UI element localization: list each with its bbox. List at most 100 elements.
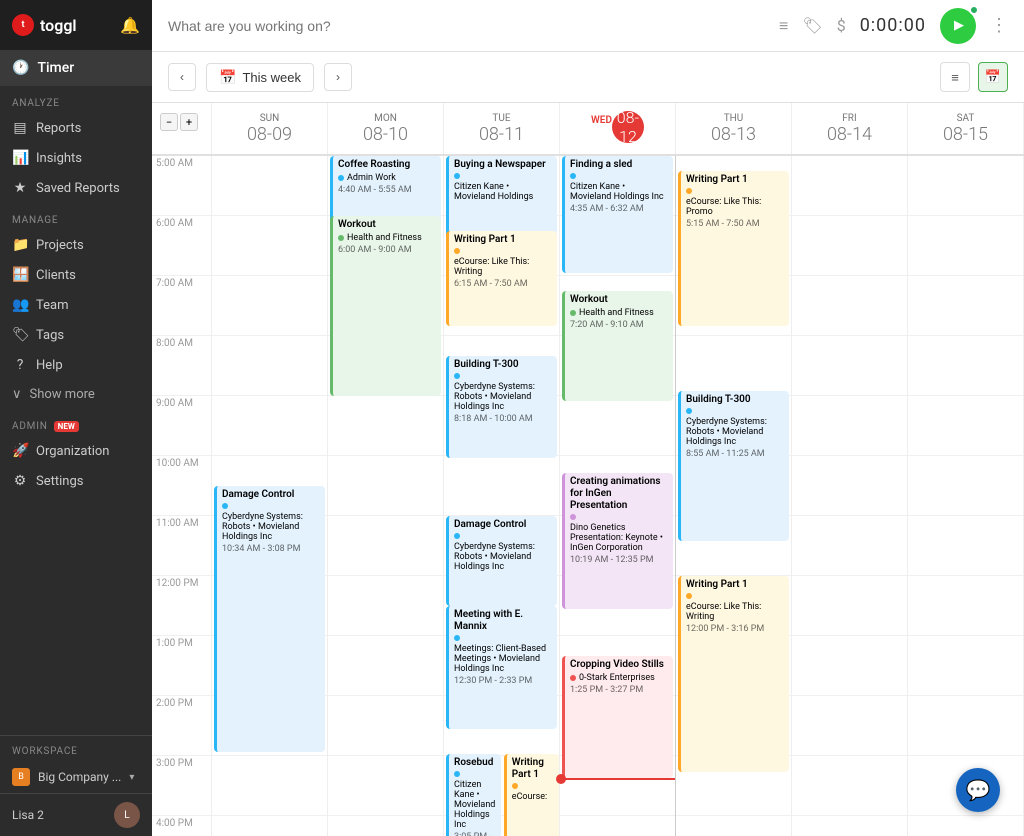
event-damage-control-sun[interactable]: Damage Control Cyberdyne Systems: Robots…: [214, 486, 325, 752]
organization-label: Organization: [36, 444, 109, 459]
time-entry-input[interactable]: [168, 18, 767, 34]
day-header-thu: THU08-13: [676, 103, 792, 154]
time-slot: 11:00 AM: [152, 516, 211, 576]
event-writing-thu-2[interactable]: Writing Part 1 eCourse: Like This: Writi…: [678, 576, 789, 772]
time-slot: 4:00 PM: [152, 816, 211, 836]
event-creating-animations[interactable]: Creating animations for InGen Presentati…: [562, 473, 673, 609]
logo-text: toggl: [40, 16, 77, 35]
timer-nav-item[interactable]: 🕐 Timer: [0, 50, 152, 86]
sidebar-item-projects[interactable]: 📁 Projects: [0, 230, 152, 260]
calendar-icon: 📅: [219, 69, 236, 86]
zoom-in-button[interactable]: +: [180, 113, 198, 131]
time-slot: 6:00 AM: [152, 216, 211, 276]
tag-icon[interactable]: 🏷: [802, 16, 822, 35]
list-view-button[interactable]: ≡: [940, 62, 970, 92]
sidebar-item-organization[interactable]: 🚀 Organization: [0, 436, 152, 466]
day-col-sun: Damage Control Cyberdyne Systems: Robots…: [212, 156, 328, 836]
next-week-button[interactable]: ›: [324, 63, 352, 91]
event-meeting-mannix[interactable]: Meeting with E. Mannix Meetings: Client-…: [446, 606, 557, 729]
time-slot: 3:00 PM: [152, 756, 211, 816]
day-header-sun: SUN08-09: [212, 103, 328, 154]
chat-bubble-button[interactable]: 💬: [956, 768, 1000, 812]
day-header-sat: SAT08-15: [908, 103, 1024, 154]
calendar-area: − + SUN08-09 MON08-10 TUE08-11 WED08-12 …: [152, 103, 1024, 836]
toggl-logo-icon: t: [12, 14, 34, 36]
event-workout-wed[interactable]: Workout Health and Fitness 7:20 AM - 9:1…: [562, 291, 673, 401]
workspace-avatar: B: [12, 768, 30, 786]
prev-week-button[interactable]: ‹: [168, 63, 196, 91]
new-badge: NEW: [54, 421, 79, 432]
workspace-item[interactable]: B Big Company ... ▾: [0, 761, 152, 793]
sidebar-item-settings[interactable]: ⚙ Settings: [0, 466, 152, 496]
dollar-icon[interactable]: $: [837, 16, 846, 35]
event-damage-control-tue[interactable]: Damage Control Cyberdyne Systems: Robots…: [446, 516, 557, 606]
sidebar-item-insights[interactable]: 📊 Insights: [0, 143, 152, 173]
event-cropping-video[interactable]: Cropping Video Stills 0-Stark Enterprise…: [562, 656, 673, 778]
event-building-t300-tue[interactable]: Building T-300 Cyberdyne Systems: Robots…: [446, 356, 557, 458]
event-writing-tue[interactable]: Writing Part 1 eCourse: Like This: Writi…: [446, 231, 557, 326]
event-workout-mon[interactable]: Workout Health and Fitness 6:00 AM - 9:0…: [330, 216, 441, 396]
calendar-view-button[interactable]: 📅: [978, 62, 1008, 92]
day-header-tue: TUE08-11: [444, 103, 560, 154]
reports-label: Reports: [36, 121, 81, 136]
sidebar-item-clients[interactable]: 🪟 Clients: [0, 260, 152, 290]
day-col-mon: Coffee Roasting Admin Work 4:40 AM - 5:5…: [328, 156, 444, 836]
insights-label: Insights: [36, 151, 82, 166]
help-label: Help: [36, 358, 63, 373]
team-label: Team: [36, 298, 69, 313]
help-icon: ?: [12, 357, 28, 373]
chevron-down-icon: ∨: [12, 387, 22, 402]
toolbar-view-buttons: ≡ 📅: [940, 62, 1008, 92]
projects-label: Projects: [36, 238, 84, 253]
sidebar-item-tags[interactable]: 🏷 Tags: [0, 320, 152, 350]
sidebar-item-help[interactable]: ? Help: [0, 350, 152, 380]
day-header-wed: WED08-12: [560, 103, 676, 154]
settings-icon: ⚙: [12, 473, 28, 489]
settings-label: Settings: [36, 474, 83, 489]
bell-icon[interactable]: 🔔: [120, 16, 140, 35]
workspace-label: WORKSPACE: [0, 736, 152, 761]
calendar-body: 5:00 AM 6:00 AM 7:00 AM 8:00 AM 9:00 AM …: [152, 156, 1024, 836]
user-name: Lisa 2: [12, 808, 106, 822]
sidebar-logo[interactable]: t toggl: [12, 14, 77, 36]
sidebar-item-saved-reports[interactable]: ★ Saved Reports: [0, 173, 152, 203]
show-more-button[interactable]: ∨ Show more: [0, 380, 152, 409]
tags-label: Tags: [36, 328, 64, 343]
event-writing-thu[interactable]: Writing Part 1 eCourse: Like This: Promo…: [678, 171, 789, 326]
event-building-t300-thu[interactable]: Building T-300 Cyberdyne Systems: Robots…: [678, 391, 789, 541]
sidebar-item-reports[interactable]: ▤ Reports: [0, 113, 152, 143]
avatar: L: [114, 802, 140, 828]
this-week-button[interactable]: 📅 This week: [206, 63, 314, 92]
team-icon: 👥: [12, 297, 28, 313]
event-writing-tue-2[interactable]: Writing Part 1 eCourse:: [504, 754, 559, 836]
sidebar-item-team[interactable]: 👥 Team: [0, 290, 152, 320]
week-label: This week: [242, 70, 301, 85]
time-slot: 5:00 AM: [152, 156, 211, 216]
workspace-name: Big Company ...: [38, 770, 121, 784]
day-col-tue: Buying a Newspaper Citizen Kane • Moviel…: [444, 156, 560, 836]
admin-section: ADMIN NEW: [0, 409, 152, 436]
show-more-label: Show more: [30, 387, 95, 402]
main-content: ≡ 🏷 $ 0:00:00 ⋮ ‹ 📅 This week › ≡ 📅 −: [152, 0, 1024, 836]
list-icon[interactable]: ≡: [779, 16, 788, 36]
zoom-out-button[interactable]: −: [160, 113, 178, 131]
clients-icon: 🪟: [12, 267, 28, 283]
time-column: 5:00 AM 6:00 AM 7:00 AM 8:00 AM 9:00 AM …: [152, 156, 212, 836]
menu-icon[interactable]: ⋮: [990, 15, 1008, 36]
saved-reports-label: Saved Reports: [36, 181, 120, 196]
day-header-mon: MON08-10: [328, 103, 444, 154]
play-button[interactable]: [940, 8, 976, 44]
clients-label: Clients: [36, 268, 76, 283]
topbar: ≡ 🏷 $ 0:00:00 ⋮: [152, 0, 1024, 52]
time-slot: 7:00 AM: [152, 276, 211, 336]
day-col-thu: Writing Part 1 eCourse: Like This: Promo…: [676, 156, 792, 836]
event-rosebud[interactable]: Rosebud Citizen Kane • Movieland Holding…: [446, 754, 501, 836]
clock-icon: 🕐: [12, 60, 29, 76]
header-spacer: − +: [152, 103, 212, 154]
event-finding-sled[interactable]: Finding a sled Citizen Kane • Movieland …: [562, 156, 673, 273]
calendar-toolbar: ‹ 📅 This week › ≡ 📅: [152, 52, 1024, 103]
sidebar-header: t toggl 🔔: [0, 0, 152, 50]
sidebar: t toggl 🔔 🕐 Timer ANALYZE ▤ Reports 📊 In…: [0, 0, 152, 836]
chat-icon: 💬: [966, 778, 991, 802]
user-bar[interactable]: Lisa 2 L: [0, 793, 152, 836]
